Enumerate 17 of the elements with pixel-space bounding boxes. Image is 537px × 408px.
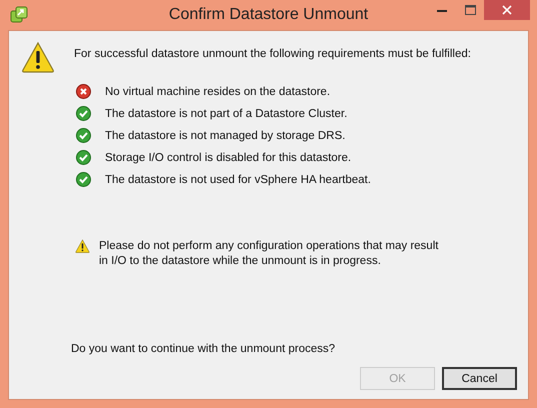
- warning-icon: [21, 41, 55, 73]
- note-text: Please do not perform any configuration operations that may result in I/O to the datastore while the unmount is in progress.: [99, 239, 440, 269]
- dialog-button[interactable]: Cancel: [442, 367, 517, 390]
- minimize-icon: [437, 8, 447, 12]
- app-icon: [10, 6, 28, 24]
- requirement-text: Storage I/O control is disabled for this datastore.: [105, 152, 352, 164]
- requirement-text: The datastore is not managed by storage DRS.: [105, 130, 346, 142]
- requirement-text: The datastore is not part of a Datastore Cluster.: [105, 108, 348, 120]
- close-icon: [502, 5, 512, 15]
- maximize-icon: [464, 5, 476, 15]
- warning-icon: [75, 239, 90, 253]
- close-button[interactable]: [484, 0, 530, 20]
- window-title: Confirm Datastore Unmount: [168, 6, 368, 23]
- question-text: Do you want to continue with the unmount process?: [71, 343, 336, 355]
- requirement-text: No virtual machine resides on the datastore.: [105, 86, 330, 98]
- requirement-text: The datastore is not used for vSphere HA heartbeat.: [105, 174, 371, 186]
- intro-text: For successful datastore unmount the following requirements must be fulfilled:: [74, 48, 471, 62]
